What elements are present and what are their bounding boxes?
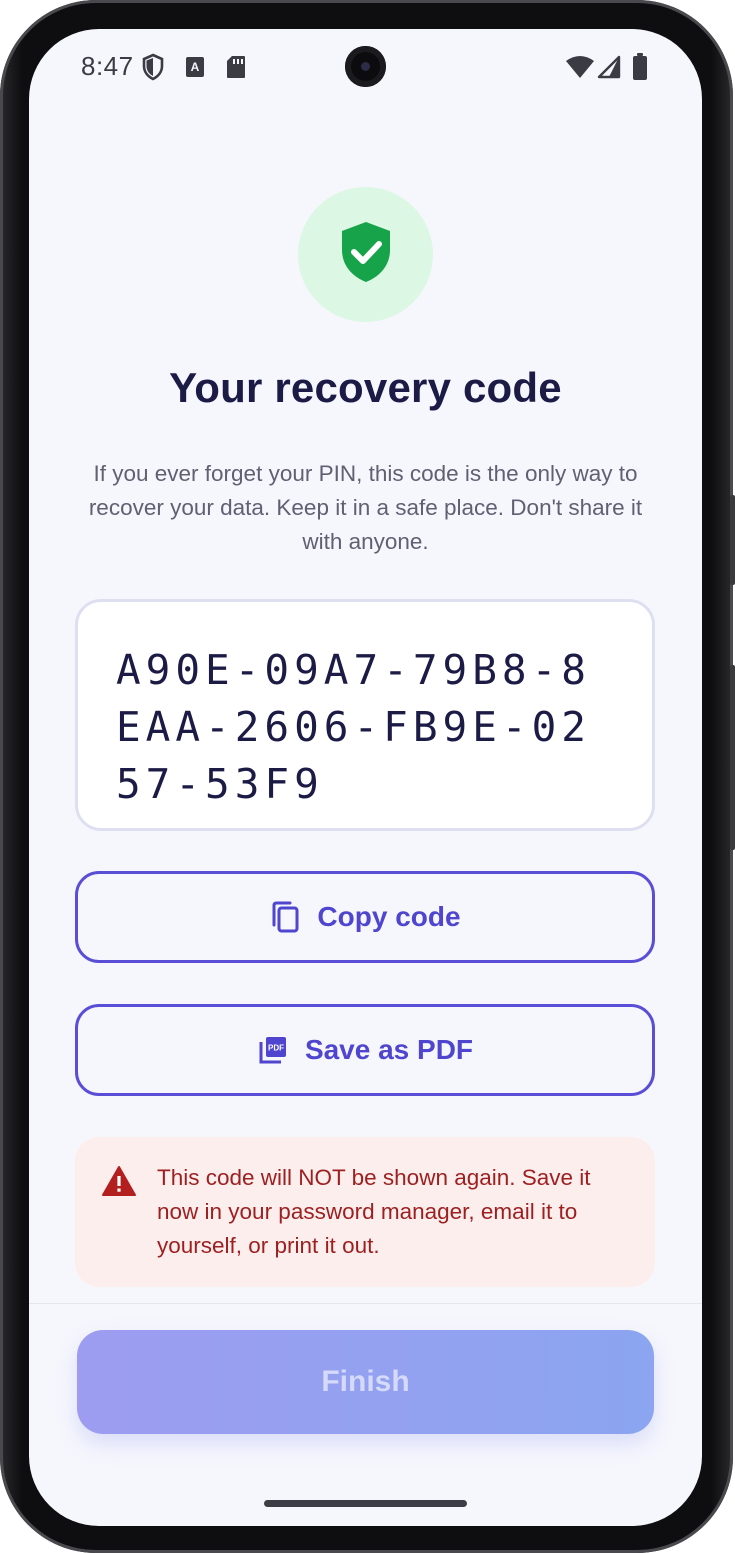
- warning-text: This code will NOT be shown again. Save …: [157, 1165, 591, 1258]
- phone-frame: 8:47 A Your recovery code If you ever fo…: [0, 0, 735, 1553]
- gesture-home-bar[interactable]: [264, 1500, 467, 1507]
- recovery-code[interactable]: A90E-09A7-79B8-8EAA-2606-FB9E-0257-53F9: [116, 642, 616, 813]
- copy-icon: [269, 901, 301, 933]
- warning-triangle-icon: [101, 1165, 137, 1202]
- front-camera: [345, 46, 386, 87]
- warning-banner: This code will NOT be shown again. Save …: [75, 1137, 655, 1287]
- svg-text:A: A: [191, 60, 200, 74]
- save-pdf-button[interactable]: PDF Save as PDF: [75, 1004, 655, 1096]
- battery-icon: [632, 53, 648, 86]
- finish-button[interactable]: Finish: [77, 1330, 654, 1434]
- volume-button: [730, 665, 735, 850]
- wifi-icon: [565, 55, 595, 84]
- footer-divider: [29, 1303, 702, 1304]
- svg-text:PDF: PDF: [268, 1044, 284, 1053]
- pdf-icon: PDF: [257, 1034, 289, 1066]
- copy-code-label: Copy code: [317, 901, 461, 932]
- sd-card-icon: [226, 55, 246, 84]
- status-time: 8:47: [81, 51, 134, 81]
- font-a-icon: A: [185, 56, 205, 83]
- cellular-signal-icon: [597, 55, 621, 84]
- status-bar: 8:47 A: [29, 29, 702, 105]
- screen: 8:47 A Your recovery code If you ever fo…: [29, 29, 702, 1526]
- save-pdf-label: Save as PDF: [304, 1034, 474, 1065]
- power-button: [730, 495, 735, 585]
- shield-icon: [141, 53, 165, 86]
- shield-check-icon: [338, 220, 394, 289]
- page-title: Your recovery code: [169, 364, 562, 411]
- page-description: If you ever forget your PIN, this code i…: [88, 461, 643, 554]
- success-badge: [298, 187, 433, 322]
- copy-code-button[interactable]: Copy code: [75, 871, 655, 963]
- finish-label: Finish: [321, 1365, 410, 1398]
- recovery-code-box: A90E-09A7-79B8-8EAA-2606-FB9E-0257-53F9: [75, 599, 655, 831]
